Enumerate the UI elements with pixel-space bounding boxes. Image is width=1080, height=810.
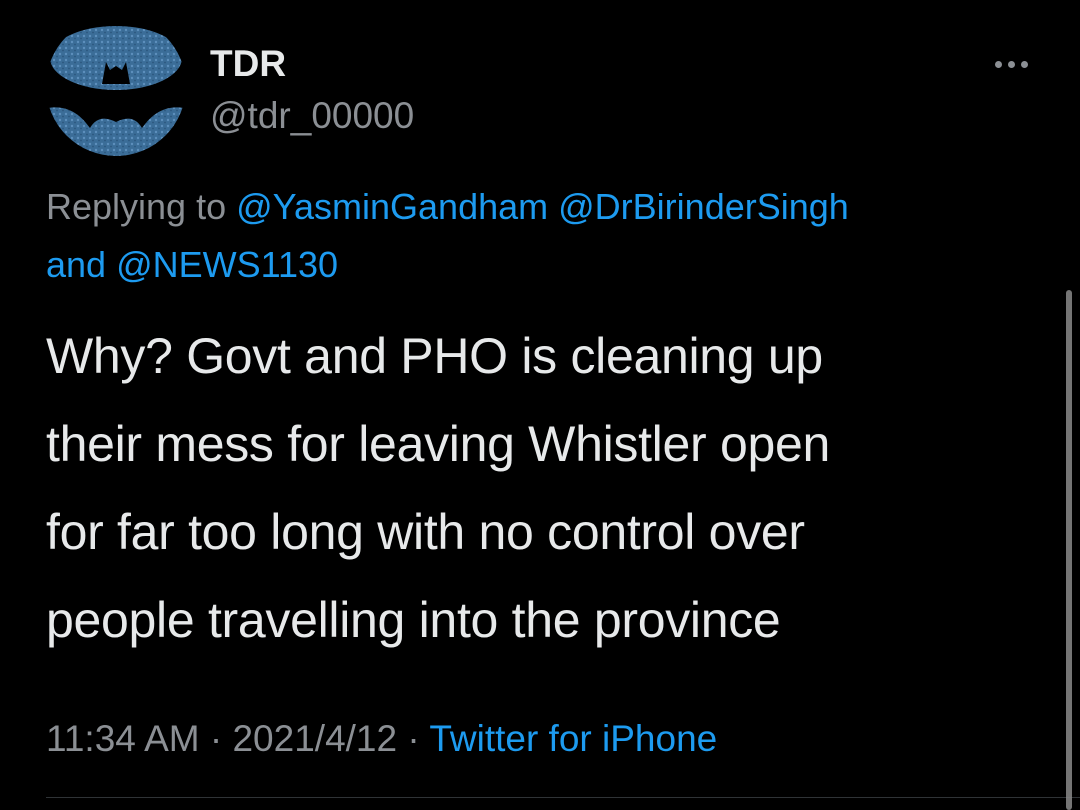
tweet-text: Why? Govt and PHO is cleaning up their m… [46,312,1006,664]
and-others-link[interactable]: and [46,244,116,285]
replying-to-line: Replying to @YasminGandham @DrBirinderSi… [46,178,1006,294]
tweet-text-line: people travelling into the province [46,592,781,648]
tweet-source-link[interactable]: Twitter for iPhone [429,718,717,759]
more-horizontal-icon-dot [1007,60,1015,68]
more-horizontal-icon [994,60,1002,68]
mention-link[interactable]: @NEWS1130 [116,244,338,285]
display-name[interactable]: TDR [210,42,286,86]
replying-to-label: Replying to [46,186,237,227]
more-horizontal-icon-dot [1020,60,1028,68]
separator: · [397,718,430,759]
tweet-date[interactable]: 2021/4/12 [232,718,397,759]
divider [46,797,1080,798]
separator: · [199,718,233,759]
username-handle[interactable]: @tdr_00000 [210,94,414,138]
mention-link[interactable]: @YasminGandham [236,186,548,227]
tweet-time[interactable]: 11:34 AM [46,718,200,759]
tweet-text-line: Why? Govt and PHO is cleaning up [46,328,823,384]
tweet-text-line: their mess for leaving Whistler open [46,416,830,472]
tweet-text-line: for far too long with no control over [46,504,805,560]
more-options-button[interactable] [984,46,1038,82]
scrollbar[interactable] [1066,290,1072,810]
tweet-metadata: 11:34 AM · 2021/4/12 · Twitter for iPhon… [46,716,717,762]
batman-logo-icon [46,16,186,156]
avatar[interactable] [46,16,186,156]
mention-link[interactable]: @DrBirinderSingh [558,186,849,227]
